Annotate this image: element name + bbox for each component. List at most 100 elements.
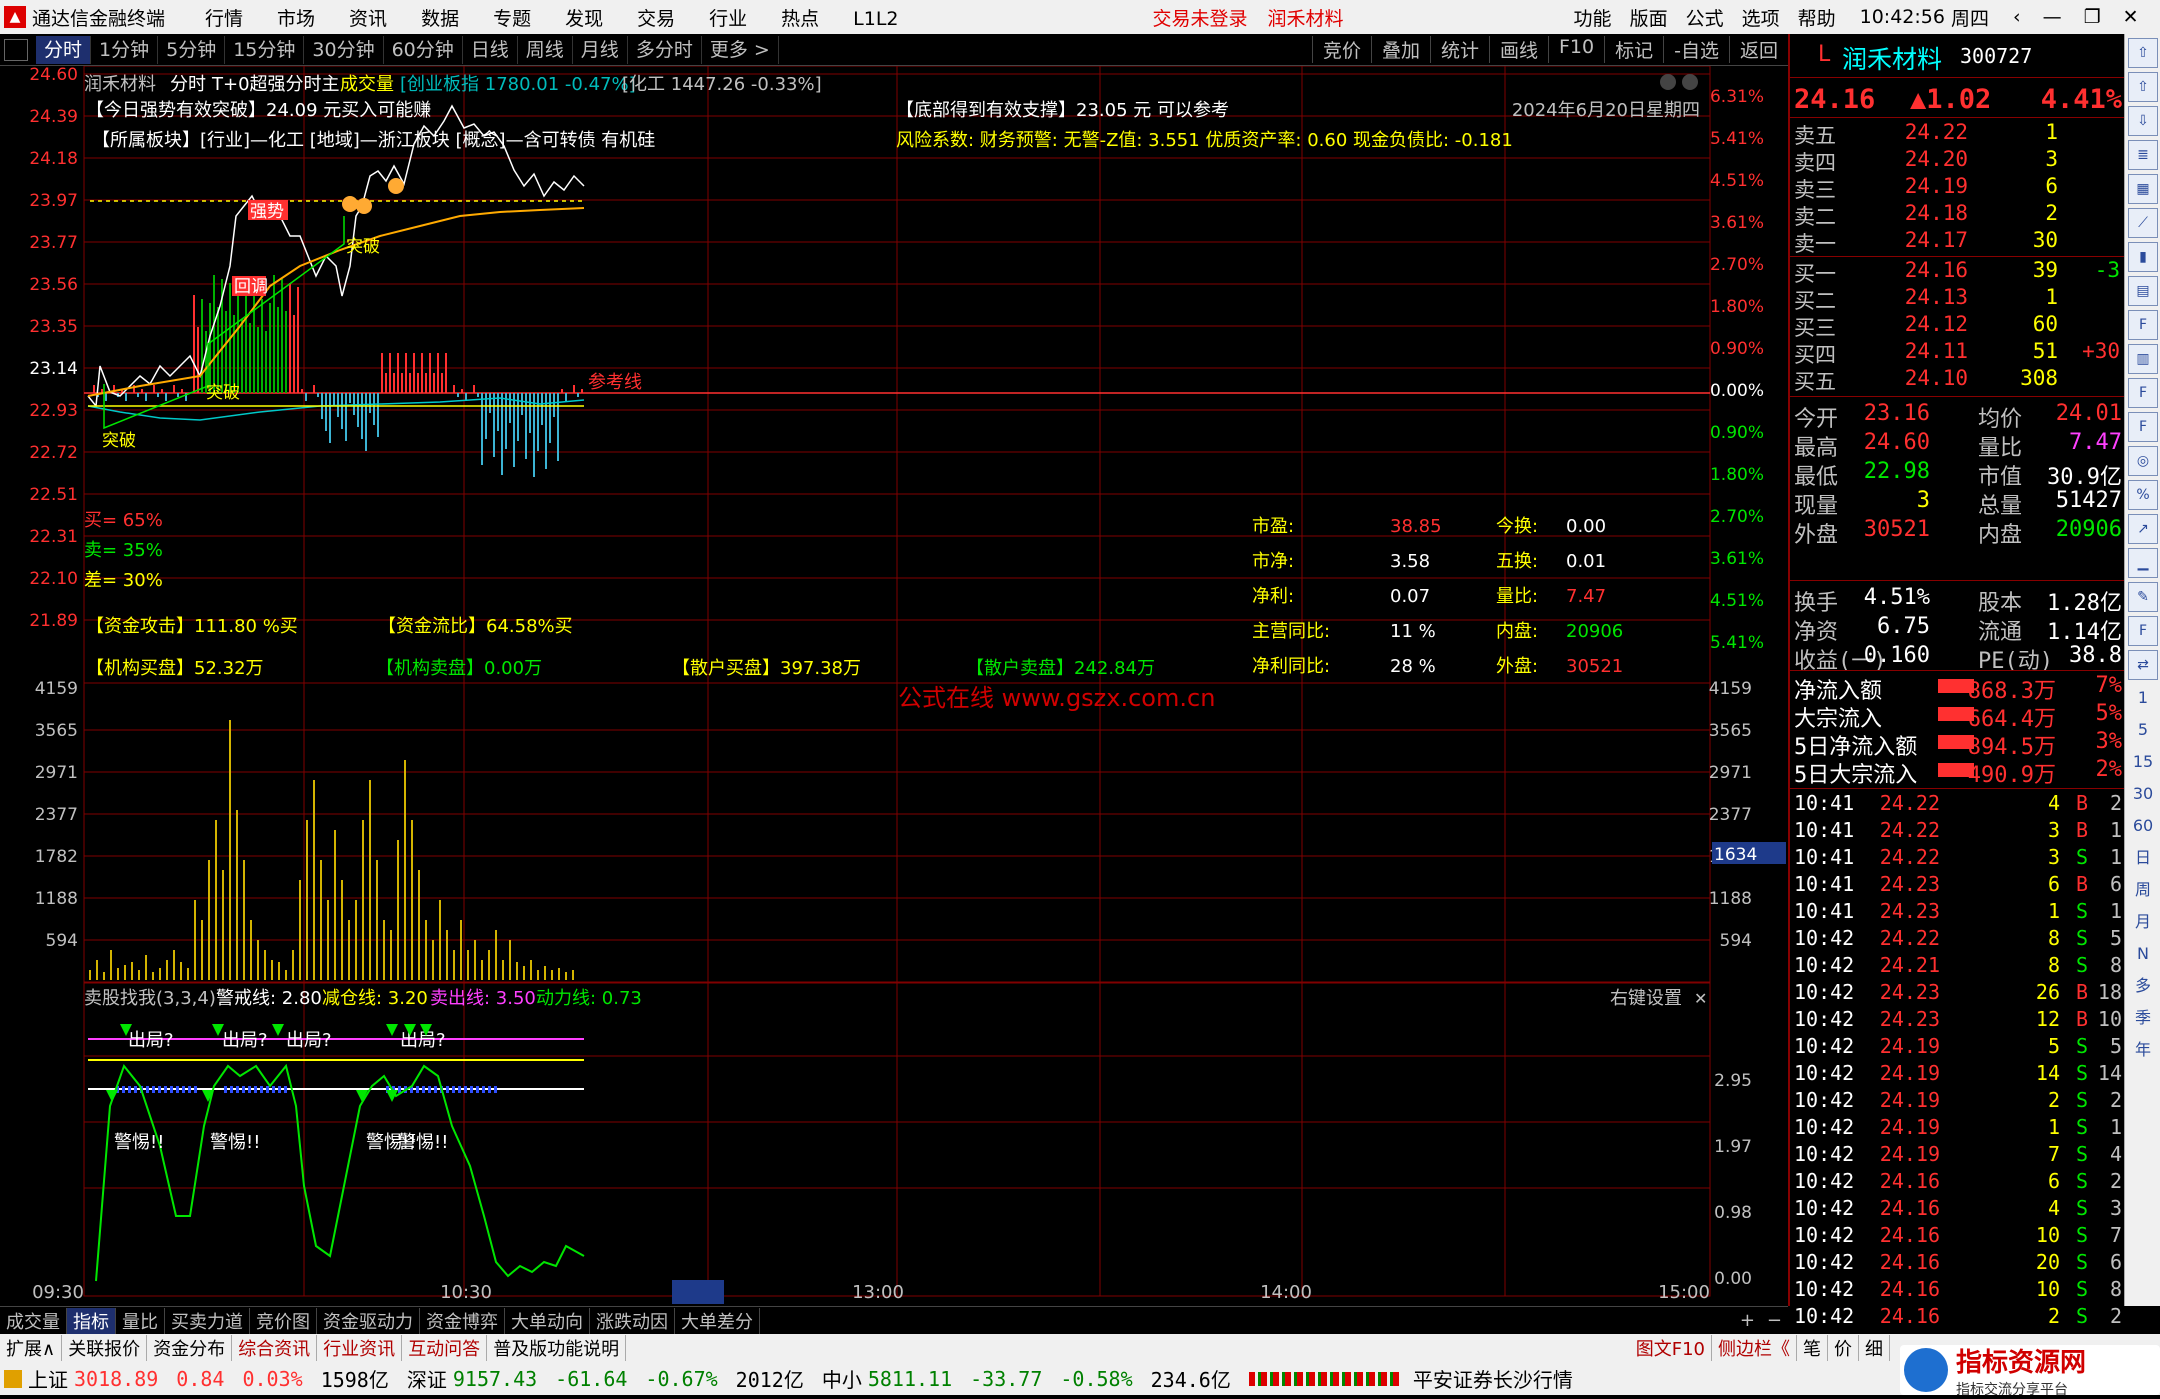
menu-item[interactable]: 热点 <box>781 8 819 30</box>
indicator-tab[interactable]: 资金驱动力 <box>317 1307 420 1334</box>
list-icon[interactable]: ≣ <box>2128 140 2158 170</box>
indicator-tab[interactable]: 资金博弈 <box>420 1307 505 1334</box>
period-shortcut[interactable]: 1 <box>2128 684 2158 712</box>
chart-tool-button[interactable]: 标记 <box>1604 36 1663 63</box>
right-menu-item[interactable]: 版面 <box>1630 8 1668 30</box>
menu-item[interactable]: 行业 <box>709 8 747 30</box>
chart-tool-button[interactable]: 竞价 <box>1311 36 1371 63</box>
period-tab[interactable]: 30分钟 <box>304 35 384 64</box>
period-shortcut[interactable]: 日 <box>2128 844 2158 872</box>
indicator-tab[interactable]: 涨跌动因 <box>590 1307 675 1334</box>
candle-icon[interactable]: ▮ <box>2128 242 2158 272</box>
intraday-chart[interactable]: 24.60 24.39 24.18 23.97 23.77 23.56 23.35 23.14… <box>0 66 1788 1306</box>
period-shortcut[interactable]: 多 <box>2128 972 2158 1000</box>
menu-item[interactable]: 交易 <box>637 8 675 30</box>
extension-tab[interactable]: 行业资讯 <box>317 1335 403 1361</box>
trend-icon[interactable]: ↗ <box>2128 514 2158 544</box>
right-menu-item[interactable]: 功能 <box>1574 8 1612 30</box>
close-icon[interactable]: ✕ <box>2123 6 2139 28</box>
indicator-tab[interactable]: 成交量 <box>0 1307 67 1334</box>
period-shortcut[interactable]: 季 <box>2128 1004 2158 1032</box>
right-menu-item[interactable]: 帮助 <box>1798 8 1836 30</box>
period-tab[interactable]: 日线 <box>463 35 518 64</box>
market-icon[interactable] <box>4 1369 22 1388</box>
period-shortcut[interactable]: 5 <box>2128 716 2158 744</box>
extension-right-tab[interactable]: 图文F10 <box>1630 1335 1712 1361</box>
indicator-tab[interactable]: 大单动向 <box>505 1307 590 1334</box>
up-icon[interactable]: ⇧ <box>2128 72 2158 102</box>
trade-status[interactable]: 交易未登录 <box>1153 4 1248 31</box>
chart-tool-button[interactable]: 画线 <box>1488 36 1548 63</box>
extension-right-tab[interactable]: 侧边栏《 <box>1712 1335 1797 1361</box>
menu-item[interactable]: 数据 <box>421 8 459 30</box>
up-arrow-icon[interactable]: ⇧ <box>2128 38 2158 68</box>
indicator-tab[interactable]: 指标 <box>67 1307 116 1334</box>
period-tab[interactable]: 1分钟 <box>91 35 159 64</box>
indicator-tab[interactable]: 竞价图 <box>250 1307 317 1334</box>
pen-icon[interactable]: ✎ <box>2128 582 2158 612</box>
period-shortcut[interactable]: N <box>2128 940 2158 968</box>
period-tab[interactable]: 60分钟 <box>384 35 463 64</box>
menu-item[interactable]: 行情 <box>205 8 243 30</box>
period-tab[interactable]: 更多 > <box>702 35 779 64</box>
chart-header-buttons[interactable] <box>1660 74 1698 90</box>
extension-tab[interactable]: 综合资讯 <box>232 1335 318 1361</box>
f10-icon[interactable]: F <box>2128 310 2158 340</box>
extension-tab[interactable]: 资金分布 <box>147 1335 233 1361</box>
line-icon[interactable]: ⟋ <box>2128 208 2158 238</box>
period-tab[interactable]: 周线 <box>518 35 573 64</box>
grid-icon[interactable]: ▦ <box>2128 174 2158 204</box>
chart-tool-button[interactable]: -自选 <box>1663 36 1729 63</box>
toggle-icon[interactable] <box>4 38 28 61</box>
extension-tab[interactable]: 互动问答 <box>402 1335 488 1361</box>
chart-tool-button[interactable]: 返回 <box>1728 36 1788 63</box>
period-tab[interactable]: 15分钟 <box>225 35 305 64</box>
restore-icon[interactable]: ❐ <box>2084 6 2101 28</box>
period-shortcut[interactable]: 周 <box>2128 876 2158 904</box>
minimize-icon[interactable]: — <box>2043 6 2062 28</box>
extension-right-tab[interactable]: 价 <box>1828 1335 1859 1361</box>
indicator-settings[interactable]: 右键设置 <box>1610 988 1682 1009</box>
menu-item[interactable]: 市场 <box>277 8 315 30</box>
period-shortcut[interactable]: 60 <box>2128 812 2158 840</box>
indicator-tab[interactable]: 买卖力道 <box>165 1307 250 1334</box>
minus-icon[interactable]: − <box>1761 1310 1788 1331</box>
menu-item[interactable]: 发现 <box>565 8 603 30</box>
indicator-close-icon[interactable]: ✕ <box>1694 989 1707 1008</box>
chart-tool-button[interactable]: F10 <box>1548 36 1604 63</box>
menu-item[interactable]: L1L2 <box>853 8 898 30</box>
period-shortcut[interactable]: 15 <box>2128 748 2158 776</box>
target-icon[interactable]: ◎ <box>2128 446 2158 476</box>
period-shortcut[interactable]: 30 <box>2128 780 2158 808</box>
fs-icon[interactable]: F <box>2128 378 2158 408</box>
period-tab[interactable]: 5分钟 <box>158 35 226 64</box>
fs2-icon[interactable]: F <box>2128 616 2158 646</box>
chart-tool-button[interactable]: 叠加 <box>1370 36 1430 63</box>
extension-right-tab[interactable]: 笔 <box>1797 1335 1828 1361</box>
period-shortcut[interactable]: 月 <box>2128 908 2158 936</box>
right-menu-item[interactable]: 选项 <box>1742 8 1780 30</box>
extension-tab[interactable]: 关联报价 <box>62 1335 148 1361</box>
news-icon[interactable]: ▥ <box>2128 344 2158 374</box>
indicator-tab[interactable]: 大单差分 <box>675 1307 760 1334</box>
period-tab[interactable]: 多分时 <box>628 35 702 64</box>
extension-tab[interactable]: 扩展∧ <box>0 1335 63 1361</box>
back-icon[interactable]: ‹ <box>2013 6 2021 28</box>
period-tab[interactable]: 分时 <box>36 35 92 64</box>
menu-item[interactable]: 资讯 <box>349 8 387 30</box>
plus-icon[interactable]: + <box>1734 1310 1761 1331</box>
extension-right-tab[interactable]: 细 <box>1859 1335 1890 1361</box>
f2-icon[interactable]: F <box>2128 412 2158 442</box>
pct-icon[interactable]: % <box>2128 480 2158 510</box>
doc-icon[interactable]: ▤ <box>2128 276 2158 306</box>
swap-icon[interactable]: ⇄ <box>2128 650 2158 680</box>
extension-tab[interactable]: 普及版功能说明 <box>487 1335 627 1361</box>
bars-icon[interactable]: ▁ <box>2128 548 2158 578</box>
tick-list[interactable]: 10:41 24.22 4 B 2 10:41 24.22 3 B 1 10:41 24.22 3 S 1 1… <box>1790 788 2126 1355</box>
menu-item[interactable]: 专题 <box>493 8 531 30</box>
indicator-tab[interactable]: 量比 <box>116 1307 165 1334</box>
chart-tool-button[interactable]: 统计 <box>1429 36 1489 63</box>
period-shortcut[interactable]: 年 <box>2128 1036 2158 1064</box>
right-menu-item[interactable]: 公式 <box>1686 8 1724 30</box>
period-tab[interactable]: 月线 <box>573 35 628 64</box>
